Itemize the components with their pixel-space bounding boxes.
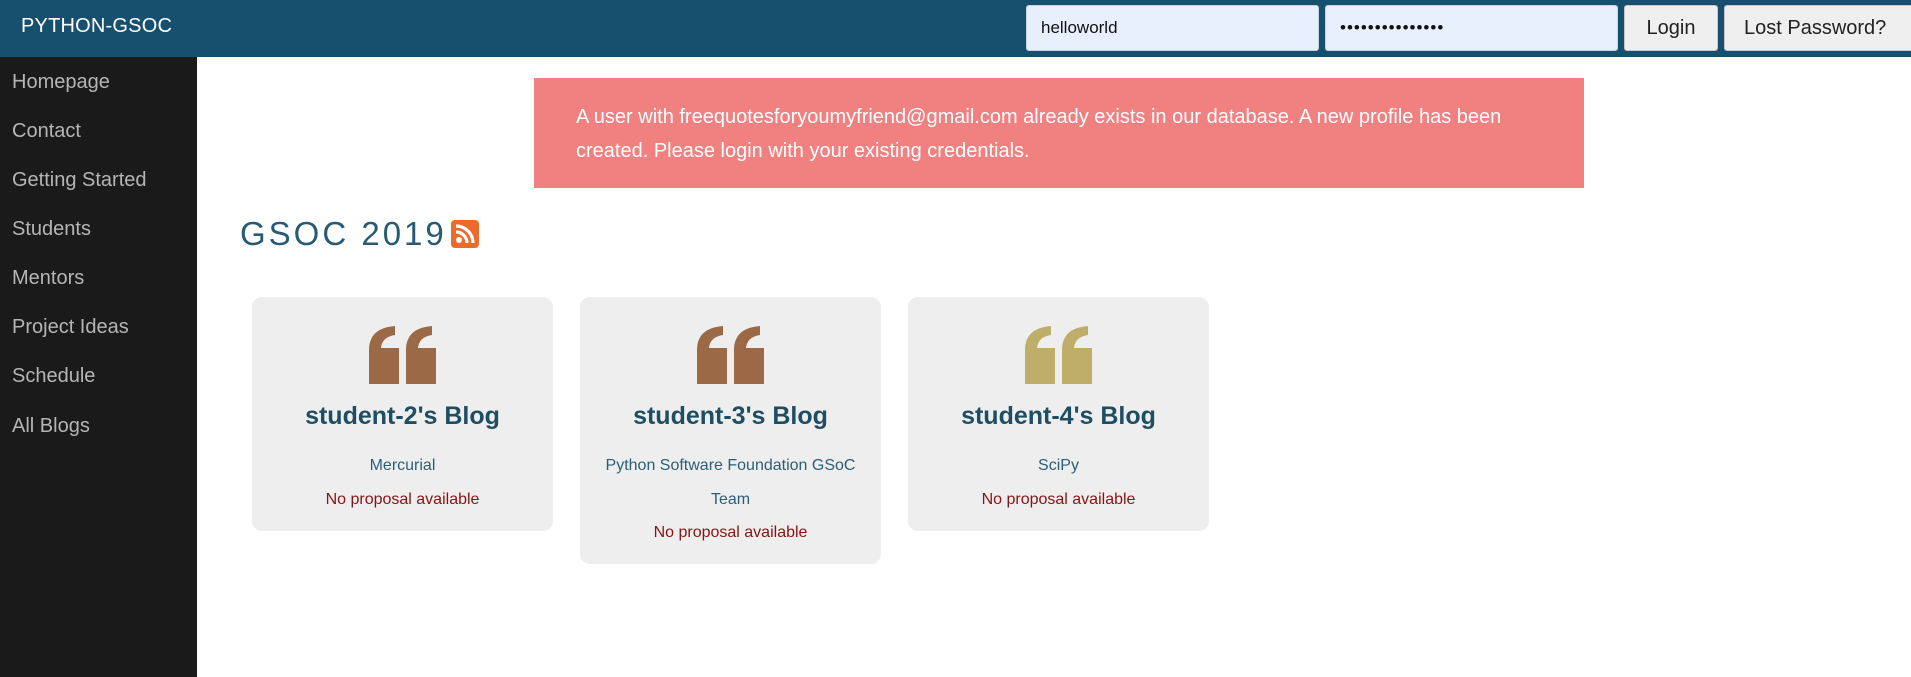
proposal-status: No proposal available	[325, 491, 480, 508]
blog-card-student-2[interactable]: student-2's Blog Mercurial No proposal a…	[252, 297, 553, 531]
blog-title[interactable]: student-4's Blog	[908, 402, 1209, 431]
sidebar-item-all-blogs[interactable]: All Blogs	[12, 415, 90, 438]
proposal-status: No proposal available	[653, 524, 808, 541]
sidebar-item-students[interactable]: Students	[12, 218, 91, 241]
sidebar-item-homepage[interactable]: Homepage	[12, 71, 110, 94]
blog-title[interactable]: student-2's Blog	[252, 402, 553, 431]
blog-card-student-3[interactable]: student-3's Blog Python Software Foundat…	[580, 297, 881, 564]
brand-title[interactable]: PYTHON-GSOC	[21, 15, 172, 38]
sidebar-item-getting-started[interactable]: Getting Started	[12, 169, 147, 192]
lost-password-button[interactable]: Lost Password?	[1724, 5, 1911, 51]
blog-card-student-4[interactable]: student-4's Blog SciPy No proposal avail…	[908, 297, 1209, 531]
sidebar-item-contact[interactable]: Contact	[12, 120, 81, 143]
sidebar-item-project-ideas[interactable]: Project Ideas	[12, 316, 129, 339]
top-navbar: PYTHON-GSOC Login Lost Password?	[0, 0, 1911, 57]
username-input[interactable]	[1026, 5, 1319, 51]
proposal-status: No proposal available	[981, 491, 1136, 508]
page-title: GSOC 2019	[240, 215, 447, 252]
sidebar: Homepage Contact Getting Started Student…	[0, 57, 197, 677]
quote-icon	[1025, 326, 1092, 384]
password-input[interactable]	[1325, 5, 1618, 51]
quote-icon	[369, 326, 436, 384]
blog-organization: Mercurial	[369, 457, 436, 474]
sidebar-item-mentors[interactable]: Mentors	[12, 267, 84, 290]
blog-organization: Python Software Foundation GSoC Team	[605, 457, 856, 508]
sidebar-item-schedule[interactable]: Schedule	[12, 365, 95, 388]
rss-icon[interactable]	[451, 220, 479, 248]
login-button[interactable]: Login	[1624, 5, 1718, 51]
blog-organization: SciPy	[1038, 457, 1079, 474]
alert-message: A user with freequotesforyoumyfriend@gma…	[534, 78, 1584, 188]
blog-title[interactable]: student-3's Blog	[580, 402, 881, 431]
quote-icon	[697, 326, 764, 384]
